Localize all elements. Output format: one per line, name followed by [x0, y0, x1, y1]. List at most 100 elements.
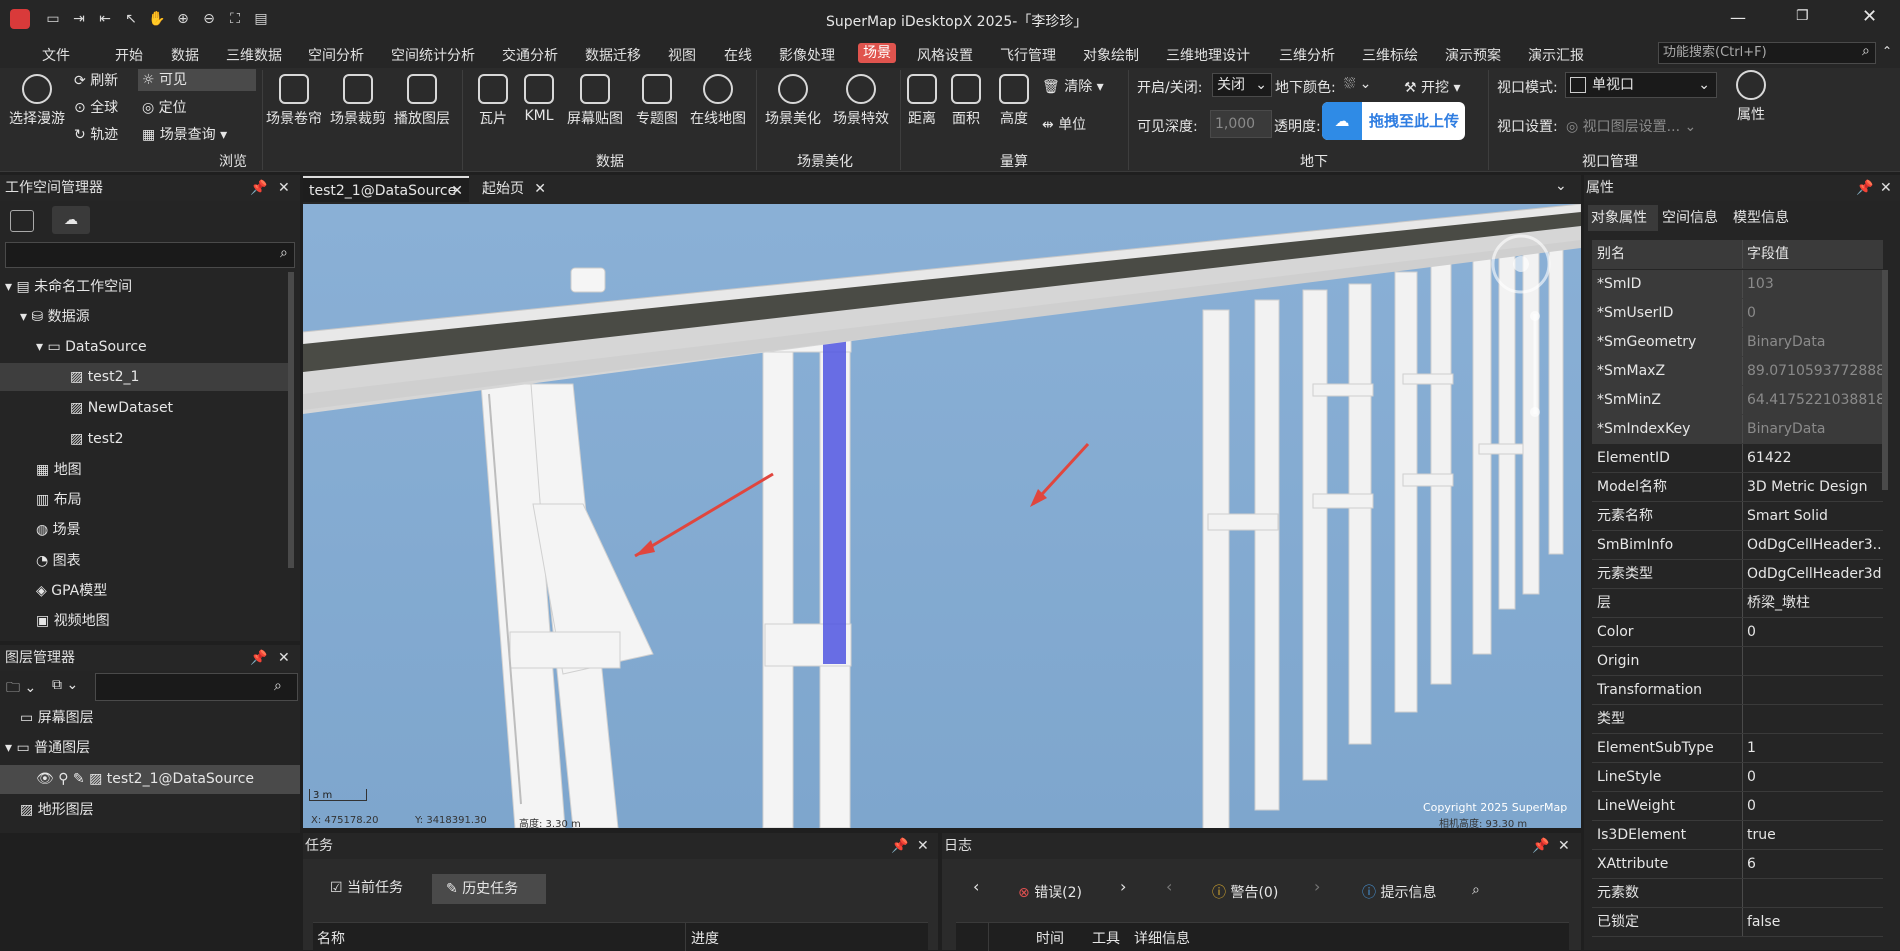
function-search-input[interactable]: 功能搜索(Ctrl+F)	[1658, 42, 1876, 64]
locate-button[interactable]: ◎ 定位	[142, 97, 187, 117]
warning-filter-button[interactable]: ⓘ 警告(0)	[1212, 882, 1278, 902]
menu-3d-plot[interactable]: 三维标绘	[1362, 45, 1418, 65]
scene-view[interactable]: 3 m X: 475178.20 Y: 3418391.30 高度: 3.30 …	[303, 204, 1581, 828]
menu-3d-analysis[interactable]: 三维分析	[1279, 45, 1335, 65]
dig-button[interactable]: ⚒ 开挖 ▾	[1404, 77, 1461, 97]
props-row[interactable]: *SmMaxZ 89.07105937728882	[1592, 357, 1883, 386]
props-row[interactable]: ElementID 61422	[1592, 444, 1883, 473]
online-map-button[interactable]: 在线地图	[686, 74, 750, 128]
unit-button[interactable]: ⇹ 单位	[1042, 114, 1086, 134]
menu-3d-design[interactable]: 三维地理设计	[1166, 45, 1250, 65]
menu-migration[interactable]: 数据迁移	[585, 45, 641, 65]
props-field-value[interactable]: 0	[1747, 618, 1883, 646]
thematic-button[interactable]: 专题图	[630, 74, 684, 128]
props-row[interactable]: 元素数	[1592, 879, 1883, 908]
layer-normal[interactable]: ▾ ▭ 普通图层	[5, 736, 90, 760]
close-icon[interactable]: ✕	[1558, 833, 1570, 859]
menu-view[interactable]: 视图	[668, 45, 696, 65]
pin-icon[interactable]: 📌	[250, 645, 267, 671]
scene-tab-icon[interactable]: ☁	[52, 206, 90, 234]
props-row[interactable]: 类型	[1592, 705, 1883, 734]
close-icon[interactable]: ✕	[278, 645, 290, 671]
props-row[interactable]: *SmMinZ 64.41752210388184	[1592, 386, 1883, 415]
props-row[interactable]: Transformation	[1592, 676, 1883, 705]
tree-charts[interactable]: ◔ 图表	[36, 549, 81, 573]
error-filter-button[interactable]: ⊗ 错误(2)	[1018, 882, 1082, 902]
pan-icon[interactable]: ✋	[148, 10, 166, 28]
globe-button[interactable]: ⊙ 全球	[74, 97, 118, 117]
scene-clip-button[interactable]: 场景裁剪	[326, 74, 390, 128]
log-next-error-icon[interactable]: ›	[1120, 877, 1126, 896]
restore-button[interactable]: ❐	[1796, 8, 1809, 24]
collapse-ribbon-icon[interactable]: ⌃	[1882, 44, 1892, 58]
tab-model-info[interactable]: 模型信息	[1733, 205, 1789, 231]
track-button[interactable]: ↻ 轨迹	[74, 124, 118, 144]
menu-data[interactable]: 数据	[171, 45, 199, 65]
scene-effect-button[interactable]: 场景特效	[828, 74, 894, 128]
menu-image[interactable]: 影像处理	[779, 45, 835, 65]
height-button[interactable]: 高度	[994, 74, 1034, 128]
layer-terrain[interactable]: ▨ 地形图层	[20, 798, 94, 822]
props-field-value[interactable]: 6	[1747, 850, 1883, 878]
scene-beautify-button[interactable]: 场景美化	[760, 74, 826, 128]
zoom-out-icon[interactable]: ⊖	[200, 10, 218, 28]
datasource-tab-icon[interactable]	[10, 210, 34, 232]
menu-draw[interactable]: 对象绘制	[1083, 45, 1139, 65]
menu-traffic[interactable]: 交通分析	[502, 45, 558, 65]
save-icon[interactable]: ▭	[44, 10, 62, 28]
tree-datasources[interactable]: ▾ ⛁ 数据源	[20, 305, 90, 329]
menu-spatial-analysis[interactable]: 空间分析	[308, 45, 364, 65]
viewport-setting-select[interactable]: ◎ 视口图层设置... ⌄	[1566, 116, 1696, 136]
menu-start[interactable]: 开始	[115, 45, 143, 65]
props-row[interactable]: XAttribute 6	[1592, 850, 1883, 879]
layers-icon[interactable]: ⧉ ⌄	[52, 677, 78, 693]
props-row[interactable]: LineStyle 0	[1592, 763, 1883, 792]
menu-scene[interactable]: 场景	[858, 43, 896, 63]
props-row[interactable]: *SmGeometry BinaryData	[1592, 328, 1883, 357]
tab-scene[interactable]: test2_1@DataSource ✕	[303, 176, 469, 202]
props-row[interactable]: 元素类型 OdDgCellHeader3d	[1592, 560, 1883, 589]
props-row[interactable]: *SmID 103	[1592, 270, 1883, 299]
props-scrollbar[interactable]	[1882, 270, 1888, 490]
props-row[interactable]: 层 桥梁_墩柱	[1592, 589, 1883, 618]
close-icon[interactable]: ✕	[278, 175, 290, 201]
tab-spatial-info[interactable]: 空间信息	[1662, 205, 1718, 231]
menu-report[interactable]: 演示汇报	[1528, 45, 1584, 65]
tree-video-maps[interactable]: ▣ 视频地图	[36, 609, 110, 633]
props-row[interactable]: Model名称 3D Metric Design	[1592, 473, 1883, 502]
screen-map-button[interactable]: 屏幕贴图	[562, 74, 628, 128]
props-field-value[interactable]: 0	[1747, 763, 1883, 791]
layer-search-input[interactable]	[95, 673, 298, 701]
props-row[interactable]: *SmUserID 0	[1592, 299, 1883, 328]
props-field-value[interactable]: OdDgCellHeader3d	[1747, 560, 1883, 588]
close-icon[interactable]: ✕	[451, 178, 463, 204]
menu-preset[interactable]: 演示预案	[1445, 45, 1501, 65]
props-field-value[interactable]: 桥梁_墩柱	[1747, 589, 1883, 617]
props-field-value[interactable]: 0	[1747, 792, 1883, 820]
refresh-button[interactable]: ⟳ 刷新	[74, 70, 118, 90]
props-field-value[interactable]: true	[1747, 821, 1883, 849]
folder-icon[interactable]: ▤	[252, 10, 270, 28]
tree-scenes[interactable]: ◍ 场景	[36, 518, 81, 542]
current-task-button[interactable]: ☑ 当前任务	[330, 877, 403, 897]
menu-flight[interactable]: 飞行管理	[1000, 45, 1056, 65]
layer-test2_1[interactable]: 👁 ⚲ ✎ ▨ test2_1@DataSource	[36, 767, 254, 791]
close-icon[interactable]: ✕	[1880, 175, 1892, 201]
pin-icon[interactable]: 📌	[250, 175, 267, 201]
tree-workspace[interactable]: ▾ ▤ 未命名工作空间	[5, 275, 132, 299]
pin-icon[interactable]: 📌	[891, 833, 908, 859]
props-field-value[interactable]: 61422	[1747, 444, 1883, 472]
minimize-button[interactable]: —	[1730, 8, 1746, 27]
depth-input[interactable]: 1,000	[1210, 110, 1272, 138]
props-field-value[interactable]: OdDgCellHeader3...	[1747, 531, 1883, 559]
clear-button[interactable]: 🗑 清除 ▾	[1042, 76, 1104, 96]
tab-list-chevron-icon[interactable]: ⌄	[1555, 178, 1567, 194]
props-row[interactable]: 元素名称 Smart Solid	[1592, 502, 1883, 531]
close-button[interactable]: ✕	[1862, 6, 1877, 27]
tree-layouts[interactable]: ▥ 布局	[36, 488, 82, 512]
export-icon[interactable]: ⇤	[96, 10, 114, 28]
props-field-value[interactable]: false	[1747, 908, 1883, 936]
select-icon[interactable]: ↖	[122, 10, 140, 28]
props-row[interactable]: LineWeight 0	[1592, 792, 1883, 821]
menu-online[interactable]: 在线	[724, 45, 752, 65]
